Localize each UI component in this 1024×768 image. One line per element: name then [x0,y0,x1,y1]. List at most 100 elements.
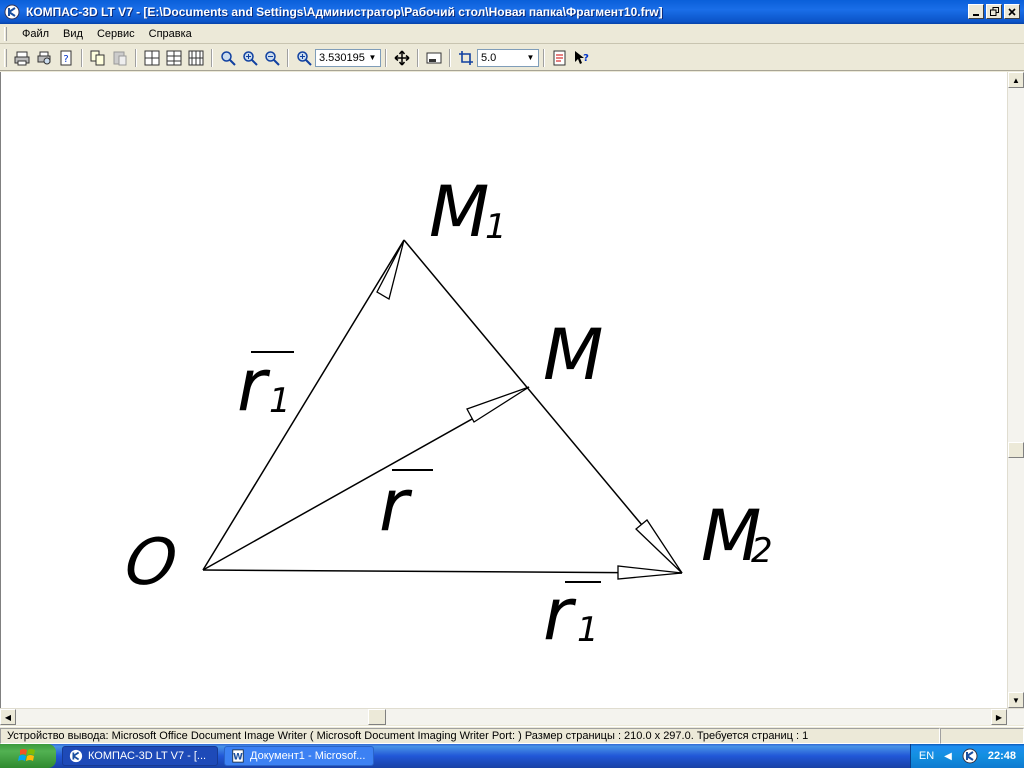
language-indicator[interactable]: EN [919,750,934,762]
title-bar: КОМПАС-3D LT V7 - [E:\Documents and Sett… [0,0,1024,24]
properties-button[interactable] [549,47,571,69]
toolbar-grip [4,48,7,67]
label-m1: M [429,171,489,253]
taskbar-item-label: Документ1 - Microsof... [250,750,366,762]
label-vector-r1-bottom-subscript: 1 [577,610,599,650]
label-o: O [121,525,182,600]
grid-layout-icon [144,50,160,65]
menu-bar: Файл Вид Сервис Справка [0,24,1024,44]
toolbar-separator [417,48,419,67]
toolbar-separator [449,48,451,67]
pointer-help-icon: ? [575,50,589,64]
minimize-icon [973,13,979,16]
scroll-down-button[interactable]: ▼ [1008,692,1024,708]
document-properties-icon [553,50,566,65]
label-m2-subscript: 2 [751,531,773,571]
menu-view[interactable]: Вид [56,28,90,40]
arrowhead-m2-side [635,519,683,574]
grid-layout-icon [166,50,182,65]
taskbar-item-label: КОМПАС-3D LT V7 - [... [88,750,207,762]
vertical-scroll-thumb[interactable] [1008,442,1024,458]
chevron-down-icon[interactable]: ▼ [523,50,538,66]
restore-icon [989,7,999,16]
taskbar-item-kompas[interactable]: КОМПАС-3D LT V7 - [... [62,746,218,766]
label-m1-subscript: 1 [485,207,507,247]
segment-m1-m2-line[interactable] [403,239,683,574]
arrowhead-m [466,386,530,423]
taskbar: КОМПАС-3D LT V7 - [... W Документ1 - Mic… [0,744,1024,768]
toolbar: ? 3.530195 ▼ 5.0 ▼ ? [0,45,1024,71]
sheet-layout-button-3[interactable] [185,47,207,69]
vertical-scrollbar[interactable]: ▲ ▼ [1007,72,1024,708]
printer-icon [14,51,30,65]
system-tray: EN ◀ 22:48 [909,744,1024,768]
drawing-canvas[interactable]: O M 1 M M 2 r 1 r r 1 [0,72,1024,708]
print-button[interactable] [11,47,33,69]
vector-drawing[interactable]: O M 1 M M 2 r 1 r r 1 [1,72,1007,708]
arrowhead-m1 [376,239,405,300]
zoom-in-button[interactable] [239,47,261,69]
horizontal-scrollbar[interactable]: ◀ ▶ [0,708,1024,725]
label-vector-r: r [379,463,413,547]
taskbar-item-word[interactable]: W Документ1 - Microsof... [224,746,374,766]
zoom-scale-icon [297,50,312,66]
vector-r1-bottom-line[interactable] [202,569,683,574]
sheet-layout-button-2[interactable] [163,47,185,69]
toolbar-separator [385,48,387,67]
step-combo[interactable]: 5.0 ▼ [477,48,539,67]
chevron-down-icon[interactable]: ▼ [365,50,380,66]
step-value: 5.0 [481,51,497,64]
vector-r1-line[interactable] [202,239,405,571]
grid-layout-icon [188,50,204,65]
menu-file[interactable]: Файл [15,28,56,40]
label-vector-r1-bottom: r [543,572,577,656]
svg-text:?: ? [63,54,68,65]
print-preview-button[interactable] [33,47,55,69]
toolbar-separator [287,48,289,67]
show-all-button[interactable] [423,47,445,69]
minimize-button[interactable] [968,4,984,19]
windows-logo-icon [18,749,35,761]
toolbar-separator [543,48,545,67]
copy-icon [90,50,105,65]
tray-expand-icon[interactable]: ◀ [944,751,952,762]
move-arrows-icon [394,50,410,65]
zoom-value: 3.530195 [319,51,365,64]
svg-text:?: ? [583,53,589,64]
zoom-out-button[interactable] [261,47,283,69]
restore-button[interactable] [986,4,1002,19]
start-button[interactable] [0,744,56,768]
close-button[interactable] [1004,4,1020,19]
scroll-up-button[interactable]: ▲ [1008,72,1024,88]
page-setup-button[interactable]: ? [55,47,77,69]
menu-service[interactable]: Сервис [90,28,142,40]
copy-button[interactable] [87,47,109,69]
zoom-combo[interactable]: 3.530195 ▼ [315,48,381,67]
crop-icon [459,50,473,65]
zoom-out-icon [265,50,280,66]
status-text: Устройство вывода: Microsoft Office Docu… [0,727,940,744]
label-vector-r1-left: r [237,343,271,427]
toolbar-separator [211,48,213,67]
magnifier-icon [221,50,236,66]
kompas-app-icon [4,4,20,20]
pan-button[interactable] [391,47,413,69]
zoom-window-button[interactable] [217,47,239,69]
horizontal-scroll-thumb[interactable] [368,709,386,725]
close-icon [1008,7,1016,16]
arrowhead-m2-bottom [617,565,683,580]
menu-grip [4,26,7,41]
menu-help[interactable]: Справка [142,28,199,40]
window-title: КОМПАС-3D LT V7 - [E:\Documents and Sett… [26,5,663,19]
label-vector-r1-left-subscript: 1 [269,381,291,421]
paste-button[interactable] [109,47,131,69]
context-help-button[interactable]: ? [571,47,593,69]
zoom-scale-button[interactable] [293,47,315,69]
network-icon[interactable] [962,748,978,764]
clock: 22:48 [987,750,1016,762]
sheet-layout-button-1[interactable] [141,47,163,69]
scroll-right-button[interactable]: ▶ [991,709,1007,725]
scroll-left-button[interactable]: ◀ [0,709,16,725]
grid-step-button[interactable] [455,47,477,69]
paste-icon [113,51,127,65]
